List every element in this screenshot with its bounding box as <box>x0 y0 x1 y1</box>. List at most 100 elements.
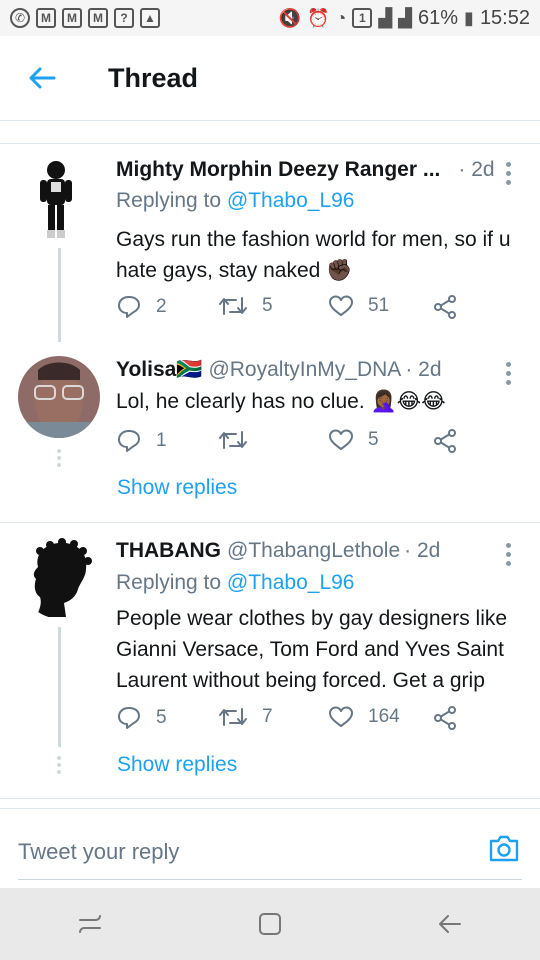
reply-composer: Tweet your reply <box>0 808 540 888</box>
share-button[interactable] <box>432 294 458 320</box>
arrow-left-icon <box>29 67 56 89</box>
retweet-icon <box>219 431 247 449</box>
tweet-time: · 2d <box>458 158 495 181</box>
gallery-icon: ▲ <box>140 8 160 28</box>
retweet-count: 5 <box>262 295 273 316</box>
tweet-text: Gays run the fashion world for men, so i… <box>116 228 511 282</box>
like-button[interactable]: 164 <box>328 705 400 729</box>
thread-line <box>58 248 61 342</box>
back-icon <box>439 915 461 933</box>
replying-prefix: Replying to <box>116 571 227 594</box>
retweet-count: 7 <box>262 706 273 727</box>
author-name[interactable]: Mighty Morphin Deezy Ranger ... <box>116 158 440 182</box>
home-button[interactable] <box>240 894 300 954</box>
author-name[interactable]: Yolisa🇿🇦 <box>116 358 202 382</box>
heart-icon <box>329 429 353 450</box>
tweet-1[interactable]: Mighty Morphin Deezy Ranger ... · 2d Rep… <box>0 144 540 342</box>
app-header: Thread <box>0 36 540 120</box>
whatsapp-icon: ✆ <box>10 8 30 28</box>
replying-to: Replying to @Thabo_L96 <box>116 571 355 595</box>
gmail-icon-3: M <box>88 8 108 28</box>
wifi-icon: ◔ <box>335 7 347 28</box>
reply-button[interactable]: 5 <box>116 705 167 731</box>
tweet-header: Mighty Morphin Deezy Ranger ... · 2d <box>116 158 500 182</box>
reply-button[interactable]: 1 <box>116 428 167 454</box>
tweet-actions: 5 7 164 <box>116 705 476 735</box>
more-options-button[interactable] <box>498 541 518 568</box>
author-handle[interactable]: @ThabangLethole <box>227 539 400 563</box>
silhouette-avatar-icon <box>20 537 102 619</box>
like-count: 164 <box>368 706 400 727</box>
retweet-icon <box>219 297 247 315</box>
share-button[interactable] <box>432 428 458 454</box>
reply-icon <box>118 707 140 729</box>
help-icon: ? <box>114 8 134 28</box>
tweet-2[interactable]: Yolisa🇿🇦 @RoyaltyInMy_DNA · 2d Lol, he c… <box>0 342 540 524</box>
reply-icon <box>118 296 140 318</box>
tweet-text: Lol, he clearly has no clue. 🤦🏾‍♀️😂😂 <box>116 390 446 413</box>
share-button[interactable] <box>432 705 458 731</box>
heart-icon <box>329 295 353 316</box>
sim-badge: 1 <box>352 8 373 28</box>
share-icon <box>434 429 456 453</box>
tweet-actions: 2 5 51 <box>116 294 476 324</box>
profile-photo-icon <box>18 356 100 438</box>
gmail-icon-2: M <box>62 8 82 28</box>
thread-line <box>58 627 61 747</box>
tweet-time: · 2d <box>404 539 441 562</box>
ranger-avatar-icon <box>40 161 72 238</box>
share-icon <box>434 295 456 319</box>
avatar[interactable] <box>20 537 102 619</box>
tweet-3[interactable]: THABANG @ThabangLethole · 2d Replying to… <box>0 523 540 799</box>
author-name[interactable]: THABANG <box>116 539 221 563</box>
input-underline <box>18 879 522 880</box>
mute-icon: 🔇 <box>278 7 302 28</box>
mention-link[interactable]: @Thabo_L96 <box>227 571 355 594</box>
reply-count: 2 <box>156 296 167 317</box>
alarm-icon: ⏰ <box>307 7 330 28</box>
avatar[interactable] <box>18 356 100 438</box>
show-replies-link[interactable]: Show replies <box>117 476 237 500</box>
like-button[interactable]: 51 <box>328 294 389 318</box>
reply-count: 1 <box>156 430 167 451</box>
battery-percent: 61% <box>418 6 459 29</box>
like-count: 5 <box>368 429 379 450</box>
reply-input[interactable]: Tweet your reply <box>18 839 179 865</box>
retweet-button[interactable]: 7 <box>218 705 273 729</box>
page-title: Thread <box>108 62 199 93</box>
more-options-button[interactable] <box>498 360 518 387</box>
divider <box>0 798 540 799</box>
status-bar: ✆ M M M ? ▲ 🔇 ⏰ ◔ 1 ▟ ▟ 61% ▮ 15:52 <box>0 0 540 36</box>
clock: 15:52 <box>479 6 530 29</box>
reply-button[interactable]: 2 <box>116 294 167 320</box>
mention-link[interactable]: @Thabo_L96 <box>227 189 355 212</box>
tweet-time: · 2d <box>405 358 442 381</box>
author-handle[interactable]: @RoyaltyInMy_DNA <box>208 358 401 382</box>
like-button[interactable]: 5 <box>328 428 379 452</box>
share-icon <box>434 706 456 730</box>
reply-count: 5 <box>156 707 167 728</box>
home-icon <box>259 913 281 935</box>
retweet-button[interactable] <box>218 428 262 452</box>
heart-icon <box>329 706 353 727</box>
signal-icon-2: ▟ <box>398 7 412 28</box>
show-replies-link[interactable]: Show replies <box>117 753 237 777</box>
retweet-icon <box>219 708 247 726</box>
system-back-button[interactable] <box>420 894 480 954</box>
camera-button[interactable] <box>488 833 520 868</box>
like-count: 51 <box>368 295 390 316</box>
thread-dots <box>56 753 62 777</box>
status-system: 🔇 ⏰ ◔ 1 ▟ ▟ 61% ▮ 15:52 <box>279 7 530 30</box>
recents-button[interactable] <box>60 894 120 954</box>
reply-icon <box>118 430 140 452</box>
retweet-button[interactable]: 5 <box>218 294 273 318</box>
more-options-button[interactable] <box>498 160 518 187</box>
camera-icon <box>489 835 519 862</box>
replying-to: Replying to @Thabo_L96 <box>116 189 355 213</box>
tweet-actions: 1 5 <box>116 428 476 458</box>
back-button[interactable] <box>0 36 84 120</box>
system-nav-bar <box>0 888 540 960</box>
avatar[interactable] <box>20 158 92 242</box>
tweet-text: People wear clothes by gay designers lik… <box>116 607 508 692</box>
thread-dots <box>56 446 62 470</box>
